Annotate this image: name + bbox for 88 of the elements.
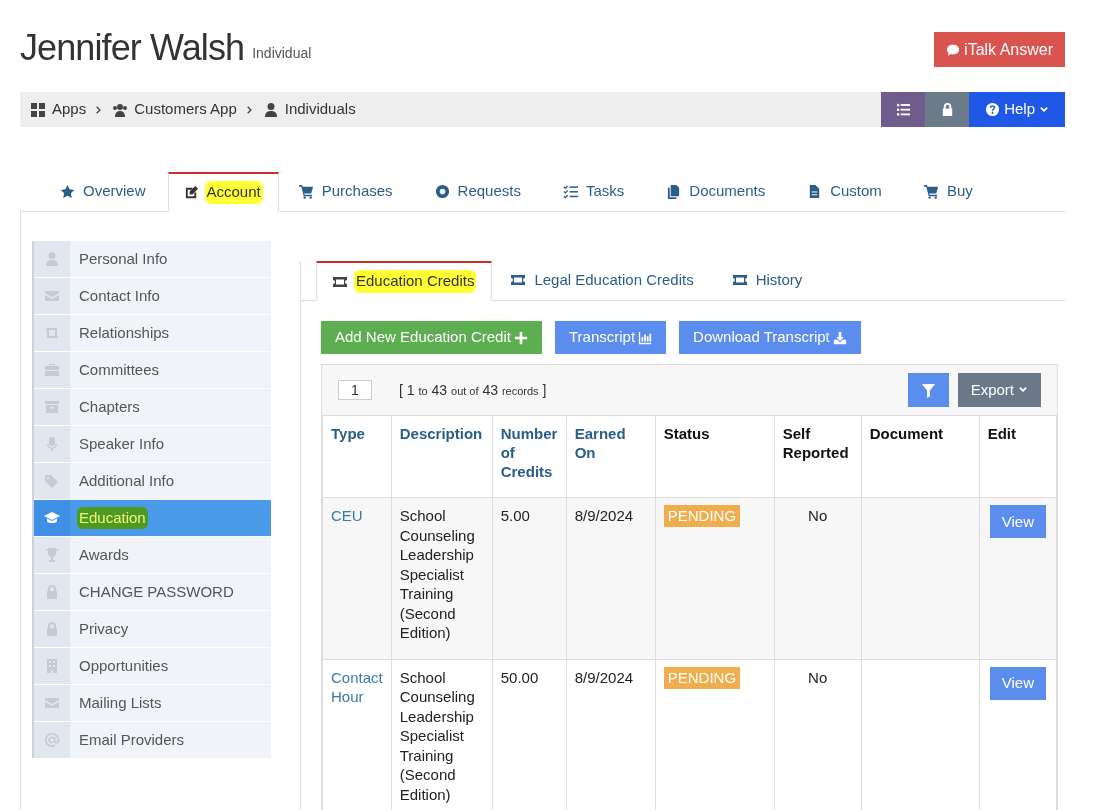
chat-button[interactable]: iTalk Answer: [934, 32, 1065, 67]
lock-icon: [44, 621, 60, 637]
sidebar-item[interactable]: Personal Info: [34, 241, 271, 277]
tab[interactable]: Documents: [646, 171, 788, 211]
type-link[interactable]: CEU: [331, 506, 383, 526]
sidebar-item[interactable]: Relationships: [34, 315, 271, 351]
sidebar-item[interactable]: Committees: [34, 352, 271, 388]
sidebar-item[interactable]: Opportunities: [34, 648, 271, 684]
microphone-icon: [44, 436, 60, 452]
page-title: Jennifer Walsh: [20, 30, 245, 66]
list-icon: [895, 102, 911, 117]
plus-icon: [513, 330, 528, 345]
table-cell: 5.00: [500, 507, 530, 524]
envelope-icon: [44, 695, 60, 711]
lock-icon: [44, 584, 60, 600]
sidebar-item[interactable]: Speaker Info: [34, 426, 271, 462]
at-sign-icon: [44, 732, 60, 748]
tab[interactable]: History: [713, 260, 823, 300]
download-icon: [832, 330, 847, 345]
lock-button[interactable]: [925, 92, 970, 127]
sidebar-item[interactable]: Additional Info: [34, 463, 271, 499]
edit-icon: [183, 185, 199, 200]
briefcase-icon: [44, 362, 60, 378]
star-icon: [60, 183, 75, 199]
checklist-icon: [562, 183, 578, 199]
cart-icon: [923, 183, 939, 199]
table-cell: 8/9/2024: [574, 507, 634, 524]
breadcrumb-link[interactable]: Individuals: [262, 98, 356, 121]
sidebar-item[interactable]: Privacy: [34, 611, 271, 647]
tab[interactable]: Overview: [40, 171, 168, 211]
sortable-column-header[interactable]: Description: [391, 415, 493, 498]
tab[interactable]: Tasks: [542, 171, 647, 211]
breadcrumb-link[interactable]: Apps: [30, 98, 87, 121]
tab[interactable]: Education Credits: [316, 261, 493, 301]
table-cell: No: [808, 507, 828, 524]
filter-button[interactable]: [907, 373, 949, 407]
documents-icon: [666, 183, 682, 199]
column-header: Self Reported: [774, 415, 862, 498]
tab[interactable]: Buy: [903, 171, 995, 211]
status-badge: PENDING: [663, 666, 741, 689]
record-count: [ 1 to 43 out of 43 records ]: [399, 380, 547, 400]
tab[interactable]: Legal Education Credits: [492, 260, 714, 300]
archive-icon: [44, 399, 60, 415]
page-number-field[interactable]: 1: [338, 380, 372, 400]
status-badge: PENDING: [663, 505, 741, 527]
column-header: Status: [655, 415, 775, 498]
bar-chart-icon: [638, 330, 653, 345]
sidebar-item[interactable]: CHANGE PASSWORD: [34, 574, 271, 610]
export-button[interactable]: Export: [957, 373, 1041, 407]
graduation-cap-icon: [44, 510, 60, 526]
help-button[interactable]: Help: [969, 92, 1065, 127]
type-link[interactable]: Contact Hour: [331, 667, 383, 707]
users-icon: [112, 101, 129, 118]
tab[interactable]: Account: [167, 172, 279, 212]
list-button[interactable]: [881, 92, 926, 127]
sidebar-item[interactable]: Awards: [34, 537, 271, 573]
help-icon: [985, 102, 1001, 117]
tab[interactable]: Purchases: [278, 171, 415, 211]
sortable-column-header[interactable]: Number of Credits: [492, 415, 567, 498]
building-icon: [44, 658, 60, 674]
envelope-icon: [44, 288, 60, 304]
sidebar-item[interactable]: Chapters: [34, 389, 271, 425]
sortable-column-header[interactable]: Earned On: [566, 415, 656, 498]
table-cell: No: [808, 668, 828, 686]
sortable-column-header[interactable]: Type: [322, 415, 392, 498]
sidebar-item[interactable]: Email Providers: [34, 722, 271, 758]
cart-icon: [298, 183, 314, 199]
tab[interactable]: Custom: [787, 171, 904, 211]
breadcrumb-link[interactable]: Customers App: [112, 98, 237, 121]
table-cell: 50.00: [500, 668, 539, 686]
table-cell: School Counseling Leadership Specialist Training (Second Edition): [399, 668, 475, 803]
user-icon: [262, 101, 279, 118]
column-header: Document: [861, 415, 980, 498]
user-icon: [44, 251, 60, 267]
record-type: Individual: [252, 44, 312, 63]
sidebar-item[interactable]: Mailing Lists: [34, 685, 271, 721]
grid-icon: [30, 101, 46, 118]
speech-bubble-icon: [946, 42, 961, 57]
ticket-icon: [731, 272, 748, 288]
tab[interactable]: Requests: [414, 171, 543, 211]
table-cell: School Counseling Leadership Specialist Training (Second Edition): [399, 507, 475, 641]
column-header: Edit: [979, 415, 1057, 498]
table-cell: 8/9/2024: [574, 668, 634, 686]
tag-icon: [44, 473, 60, 489]
ticket-icon: [510, 272, 527, 288]
sidebar-item[interactable]: Contact Info: [34, 278, 271, 314]
trophy-icon: [44, 547, 60, 563]
filter-icon: [920, 382, 936, 398]
